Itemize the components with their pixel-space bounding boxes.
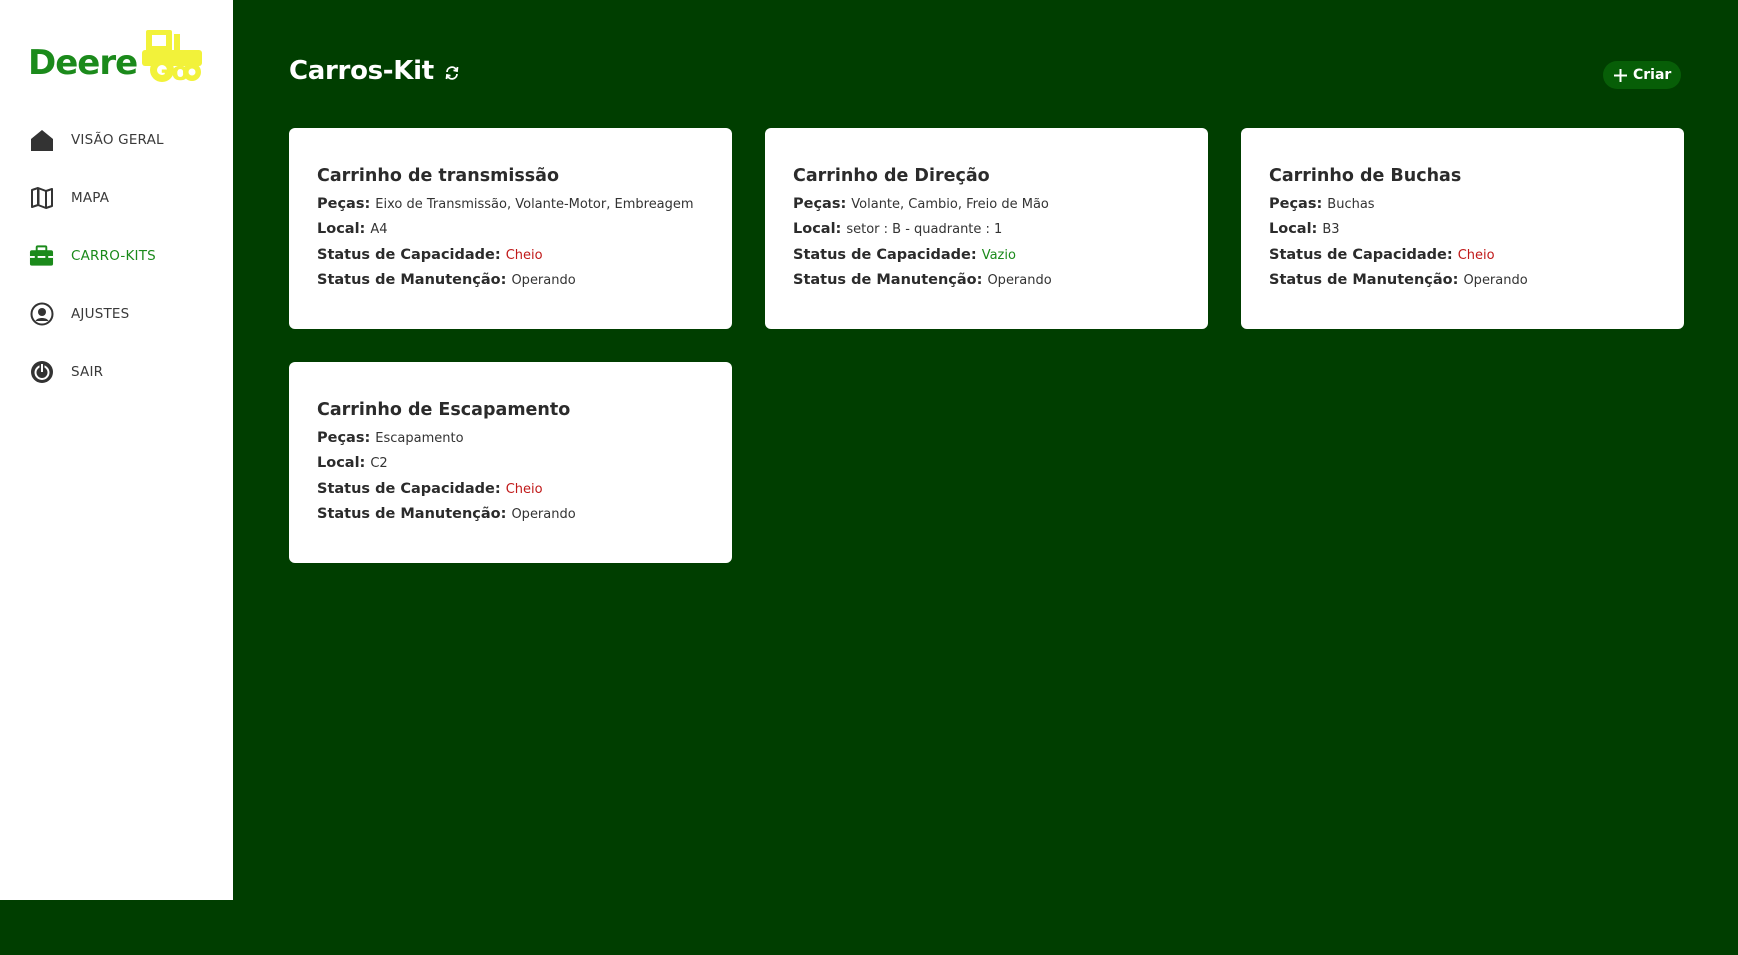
manutencao-status: Operando	[1463, 272, 1528, 288]
capacidade-label: Status de Capacidade:	[1269, 246, 1453, 263]
sidebar-item-sair[interactable]: SAIR	[0, 343, 233, 401]
user-circle-icon	[29, 302, 54, 327]
refresh-icon[interactable]	[444, 65, 460, 81]
capacidade-label: Status de Capacidade:	[793, 246, 977, 263]
sidebar-item-label: SAIR	[71, 364, 104, 380]
svg-text:Go: Go	[150, 57, 189, 84]
capacidade-row: Status de Capacidade: Cheio	[317, 247, 704, 272]
pecas-value: Escapamento	[375, 431, 464, 446]
carro-kit-card[interactable]: Carrinho de Escapamento Peças: Escapament…	[289, 362, 732, 563]
main-content: Carros-Kit Criar Carrinho de transmissão…	[233, 0, 1738, 900]
capacidade-row: Status de Capacidade: Cheio	[317, 481, 704, 506]
carro-kit-card[interactable]: Carrinho de transmissão Peças: Eixo de Tr…	[289, 128, 732, 329]
logo-text: Deere	[28, 43, 138, 83]
pecas-row: Peças: Volante, Cambio, Freio de Mão	[793, 196, 1180, 221]
capacidade-status: Cheio	[505, 247, 543, 263]
plus-icon	[1613, 68, 1628, 83]
capacidade-row: Status de Capacidade: Cheio	[1269, 247, 1656, 272]
pecas-label: Peças:	[1269, 196, 1323, 212]
local-label: Local:	[317, 455, 366, 472]
local-label: Local:	[1269, 221, 1318, 238]
local-row: Local: C2	[317, 455, 704, 480]
manutencao-status: Operando	[511, 272, 576, 288]
local-value: A4	[370, 222, 388, 238]
create-button[interactable]: Criar	[1603, 61, 1682, 89]
manutencao-row: Status de Manutenção: Operando	[1269, 272, 1656, 297]
sidebar-item-label: AJUSTES	[71, 306, 130, 322]
sidebar-item-label: MAPA	[71, 190, 110, 206]
carro-kit-card[interactable]: Carrinho de Buchas Peças: Buchas Local: B3…	[1241, 128, 1684, 329]
carro-kit-card[interactable]: Carrinho de Direção Peças: Volante, Cambi…	[765, 128, 1208, 329]
sidebar-item-visao-geral[interactable]: VISÃO GERAL	[0, 111, 233, 169]
local-value: setor : B - quadrante : 1	[846, 222, 1003, 238]
capacidade-label: Status de Capacidade:	[317, 480, 501, 497]
card-title: Carrinho de Buchas	[1269, 166, 1462, 186]
manutencao-label: Status de Manutenção:	[317, 271, 507, 288]
manutencao-label: Status de Manutenção:	[1269, 271, 1459, 288]
manutencao-row: Status de Manutenção: Operando	[317, 506, 704, 531]
manutencao-status: Operando	[987, 272, 1052, 288]
local-value: C2	[370, 456, 388, 472]
pecas-value: Volante, Cambio, Freio de Mão	[851, 197, 1049, 212]
tractor-icon: Go	[142, 30, 202, 84]
sidebar-item-carro-kits[interactable]: CARRO-KITS	[0, 227, 233, 285]
sidebar-item-label: VISÃO GERAL	[71, 132, 164, 148]
pecas-row: Peças: Escapamento	[317, 430, 704, 455]
page-header: Carros-Kit	[289, 56, 460, 86]
local-row: Local: B3	[1269, 221, 1656, 246]
page-title: Carros-Kit	[289, 56, 434, 86]
pecas-row: Peças: Buchas	[1269, 196, 1656, 221]
create-button-label: Criar	[1633, 67, 1672, 83]
deerego-logo[interactable]: Go Deere	[28, 26, 208, 88]
sidebar-item-label: CARRO-KITS	[71, 248, 156, 264]
manutencao-label: Status de Manutenção:	[793, 271, 983, 288]
card-title: Carrinho de Escapamento	[317, 400, 571, 420]
local-label: Local:	[793, 221, 842, 238]
pecas-label: Peças:	[317, 430, 371, 446]
pecas-label: Peças:	[793, 196, 847, 212]
sidebar-item-ajustes[interactable]: AJUSTES	[0, 285, 233, 343]
sidebar-item-mapa[interactable]: MAPA	[0, 169, 233, 227]
sidebar-nav: VISÃO GERAL MAPA CARRO-KITS AJUSTES SAIR	[0, 111, 233, 401]
sidebar: Go Deere VISÃO GERAL MAPA CARRO-KITS AJU…	[0, 0, 233, 900]
capacidade-status: Vazio	[981, 247, 1016, 263]
toolbox-icon	[29, 244, 54, 269]
pecas-value: Buchas	[1327, 197, 1375, 212]
capacidade-status: Cheio	[505, 481, 543, 497]
pecas-value: Eixo de Transmissão, Volante-Motor, Embr…	[375, 197, 694, 212]
local-value: B3	[1322, 222, 1340, 238]
power-icon	[29, 360, 54, 385]
local-row: Local: setor : B - quadrante : 1	[793, 221, 1180, 246]
capacidade-row: Status de Capacidade: Vazio	[793, 247, 1180, 272]
pecas-label: Peças:	[317, 196, 371, 212]
home-icon	[29, 128, 54, 153]
local-row: Local: A4	[317, 221, 704, 246]
manutencao-row: Status de Manutenção: Operando	[793, 272, 1180, 297]
capacidade-label: Status de Capacidade:	[317, 246, 501, 263]
map-icon	[29, 186, 54, 211]
pecas-row: Peças: Eixo de Transmissão, Volante-Motor…	[317, 196, 704, 221]
local-label: Local:	[317, 221, 366, 238]
card-title: Carrinho de transmissão	[317, 166, 560, 186]
manutencao-row: Status de Manutenção: Operando	[317, 272, 704, 297]
manutencao-status: Operando	[511, 506, 576, 522]
card-title: Carrinho de Direção	[793, 166, 990, 186]
manutencao-label: Status de Manutenção:	[317, 505, 507, 522]
capacidade-status: Cheio	[1457, 247, 1495, 263]
